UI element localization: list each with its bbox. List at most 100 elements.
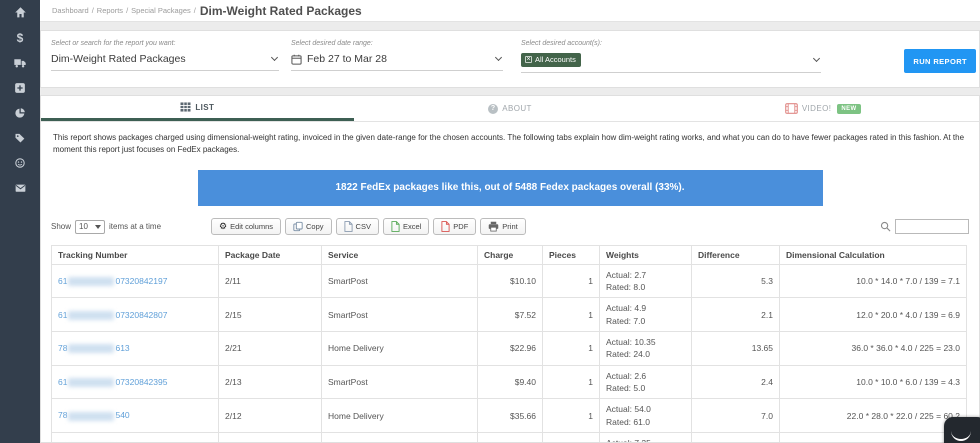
csv-file-icon [343,221,353,233]
weights-cell: Actual: 4.9 Rated: 7.0 [599,297,692,333]
tracking-number-cell: 61 07320842807 [51,297,219,333]
table-row: 61 07320842197 2/11 SmartPost $10.10 1 Ac… [51,263,967,299]
sidebar-item-tags[interactable] [0,125,40,150]
pdf-file-icon [441,221,450,233]
tab-list[interactable]: LIST [41,96,354,121]
gear-icon: ⚙ [219,221,228,232]
copy-icon [293,222,303,232]
dollar-icon: $ [16,30,24,45]
accounts-select[interactable]: × All Accounts [521,53,821,73]
sidebar-item-shipping[interactable] [0,50,40,75]
table-row: 61 07320842807 2/15 SmartPost $7.52 1 Act… [51,297,967,333]
package-date-cell: 2/12 [218,431,322,442]
chat-widget-button[interactable] [944,417,980,443]
edit-columns-button[interactable]: ⚙ Edit columns [211,218,282,236]
dimensional-calculation-cell: 12.0 * 20.0 * 4.0 / 139 = 6.9 [779,297,967,333]
items-per-page-value: 10 [79,222,88,232]
dimensional-calculation-cell: 36.0 * 36.0 * 4.0 / 225 = 23.0 [779,331,967,366]
package-date-cell: 2/12 [218,398,322,433]
dimensional-calculation-cell: 13.0 * 17.0 * 12.0 / 225 = 11 [779,431,967,442]
dimensional-calculation-cell: 22.0 * 28.0 * 22.0 / 225 = 60.2 [779,398,967,433]
packages-table: Tracking Number Package Date Service Cha… [51,244,967,442]
col-pieces: Pieces [542,244,600,265]
copy-button[interactable]: Copy [285,218,332,236]
charge-cell: $35.66 [477,398,543,433]
tracking-number-cell: 61 07320842395 [51,364,219,400]
breadcrumb-special-packages[interactable]: Special Packages [131,6,191,15]
run-report-button[interactable]: RUN REPORT [904,49,976,73]
charge-cell: $22.96 [477,331,543,366]
export-buttons: ⚙ Edit columns Copy CSV Excel PDF Print [211,218,526,236]
calendar-icon [291,54,302,65]
table-grid-icon [180,102,191,112]
col-tracking-number: Tracking Number [51,244,219,265]
sidebar-item-messages[interactable] [0,175,40,200]
difference-cell: 7.0 [691,398,780,433]
new-badge: NEW [837,103,861,114]
sidebar-item-reports[interactable] [0,100,40,125]
weight-rated: Rated: 7.0 [606,315,646,326]
col-package-date: Package Date [218,244,322,265]
tracking-number-link[interactable]: 78 613 [58,343,130,354]
tracking-number-cell: 78 540 [51,398,219,433]
weights-cell: Actual: 2.7 Rated: 8.0 [599,263,692,299]
sidebar-item-home[interactable] [0,0,40,25]
pieces-cell: 1 [542,263,600,299]
weight-actual: Actual: 4.9 [606,303,647,314]
date-range-select[interactable]: Feb 27 to Mar 28 [291,53,503,71]
breadcrumb-reports[interactable]: Reports [97,6,123,15]
chevron-down-icon [270,53,279,62]
pieces-cell: 1 [542,398,600,433]
excel-file-icon [391,221,400,233]
difference-cell: 2.1 [691,297,780,333]
tab-video[interactable]: VIDEO! NEW [666,96,979,121]
col-weights: Weights [599,244,692,265]
pieces-cell: 1 [542,331,600,366]
print-button[interactable]: Print [480,218,526,236]
tracking-number-link[interactable]: 61 07320842197 [58,276,167,287]
pdf-button[interactable]: PDF [433,218,477,236]
account-tag: × All Accounts [521,53,581,67]
app-root: { "breadcrumb": { "links": ["Dashboard",… [0,0,980,443]
report-select-value: Dim-Weight Rated Packages [51,53,186,65]
table-row: 78 540 2/12 Home Delivery $35.66 1 Actual… [51,398,967,433]
sidebar-item-billing[interactable]: $ [0,25,40,50]
charge-cell: $10.10 [477,263,543,299]
breadcrumb-dashboard[interactable]: Dashboard [52,6,89,15]
redacted-segment [68,277,115,287]
difference-cell: 4.75 [691,431,780,442]
dimensional-calculation-cell: 10.0 * 14.0 * 7.0 / 139 = 7.1 [779,263,967,299]
tab-video-label: VIDEO! [801,104,832,113]
col-service: Service [321,244,478,265]
weights-cell: Actual: 54.0 Rated: 61.0 [599,398,692,433]
service-cell: Home Delivery [321,398,478,433]
chevron-down-icon [494,53,503,62]
weights-cell: Actual: 10.35 Rated: 24.0 [599,331,692,366]
report-select[interactable]: Dim-Weight Rated Packages [51,53,279,71]
items-per-page-select[interactable]: 10 [75,219,106,234]
remove-tag-icon[interactable]: × [525,56,532,63]
charge-cell: $9.40 [477,364,543,400]
video-icon [784,103,798,114]
show-label-prefix: Show [51,222,72,232]
service-cell: SmartPost [321,297,478,333]
tracking-number-link[interactable]: 61 07320842807 [58,310,167,320]
package-date-cell: 2/11 [218,263,322,299]
excel-button[interactable]: Excel [382,218,430,236]
redacted-segment [68,344,115,354]
search-icon [880,222,891,232]
tracking-number-link[interactable]: 61 07320842395 [58,377,167,388]
search-input[interactable] [895,219,969,235]
csv-button[interactable]: CSV [335,218,379,236]
weight-actual: Actual: 10.35 [606,337,656,348]
col-difference: Difference [691,244,780,265]
breadcrumb-separator: / [126,6,129,15]
sidebar-item-add[interactable] [0,75,40,100]
tag-icon [15,133,25,142]
tab-about[interactable]: ? ABOUT [354,96,667,121]
service-cell: SmartPost [321,263,478,299]
show-items-control: Show 10 items at a time [51,219,211,234]
service-cell: SmartPost [321,364,478,400]
sidebar-item-support[interactable] [0,150,40,175]
tracking-number-link[interactable]: 78 540 [58,410,130,421]
